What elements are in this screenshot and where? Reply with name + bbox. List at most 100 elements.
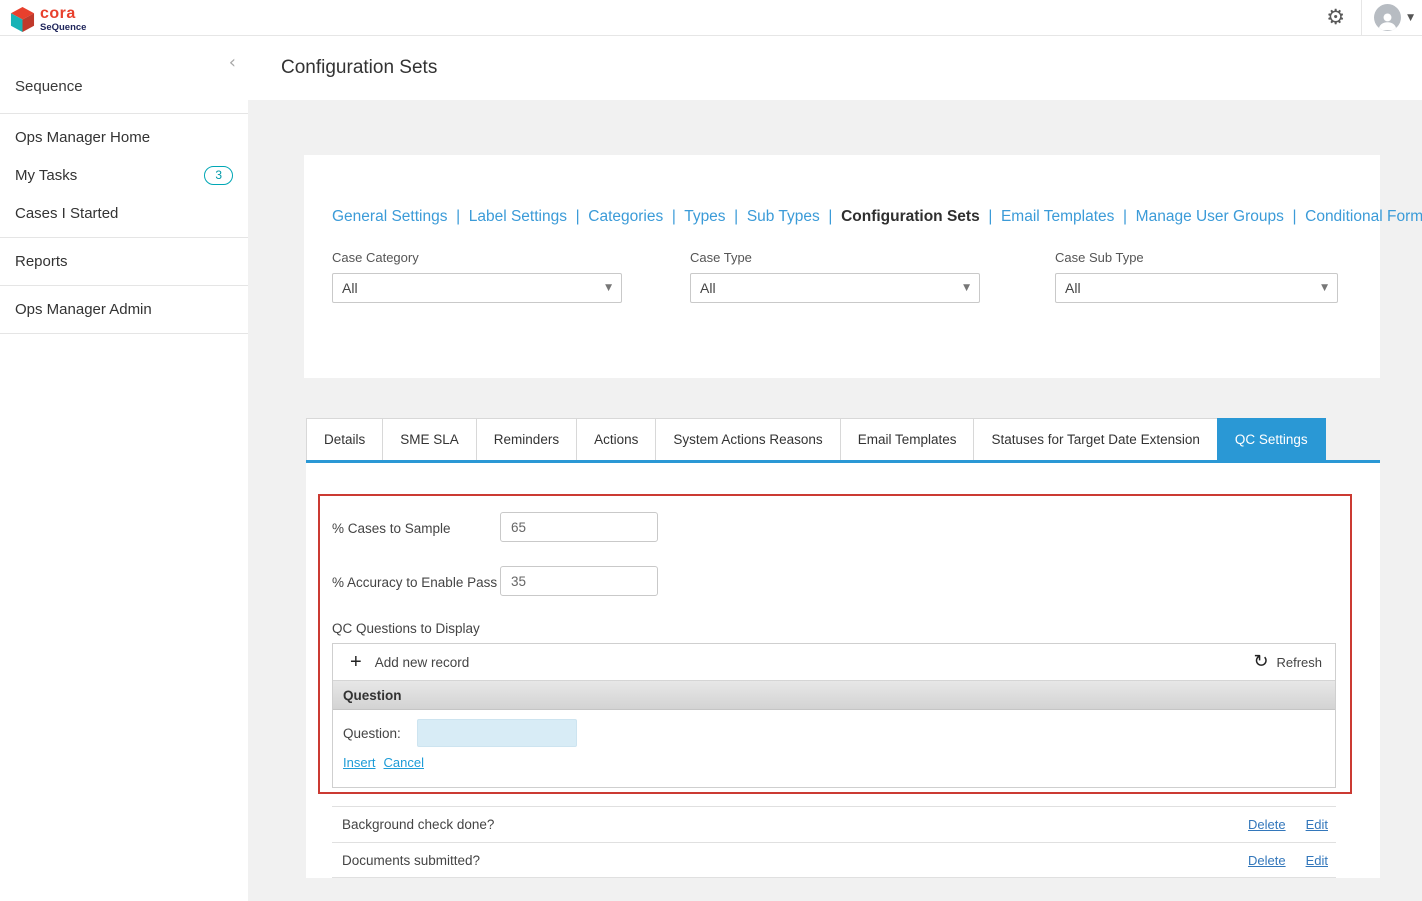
chevron-down-icon: ▼ (1321, 283, 1328, 293)
qc-question-rows: Background check done? Delete Edit Docum… (332, 806, 1336, 878)
filter-case-type: Case Type All ▼ (690, 250, 980, 303)
case-sub-type-select[interactable]: All ▼ (1055, 273, 1338, 303)
filter-label: Case Sub Type (1055, 250, 1144, 265)
page-title: Configuration Sets (281, 57, 438, 78)
sidebar-title: Sequence (0, 36, 248, 114)
refresh-icon: ↻ (1253, 651, 1269, 672)
question-column-header: Question (343, 687, 402, 703)
delete-link[interactable]: Delete (1248, 853, 1286, 868)
content-area: General SettingsLabel SettingsCategories… (248, 100, 1422, 901)
sidebar-group-admin: Ops Manager Admin (0, 286, 248, 334)
topbar: cora SeQuence ⚙ ▼ (0, 0, 1422, 36)
sidebar-item-ops-manager-admin[interactable]: Ops Manager Admin (0, 291, 248, 328)
question-text: Background check done? (342, 817, 495, 832)
brand-name: cora (40, 4, 76, 22)
highlight-red-box: % Cases to Sample % Accuracy to Enable P… (318, 494, 1352, 794)
sidebar-item-ops-manager-home[interactable]: Ops Manager Home (0, 119, 248, 156)
tab-system-actions-reasons[interactable]: System Actions Reasons (655, 418, 841, 460)
case-category-select[interactable]: All ▼ (332, 273, 622, 303)
nav-link-configuration-sets[interactable]: Configuration Sets (841, 208, 1001, 225)
grid-edit-actions: Insert Cancel (333, 753, 1335, 772)
nav-link-general-settings[interactable]: General Settings (332, 208, 469, 225)
tab-email-templates[interactable]: Email Templates (839, 418, 975, 460)
chevron-down-icon: ▼ (605, 283, 612, 293)
add-new-record-label: Add new record (374, 654, 470, 670)
settings-gear-icon[interactable]: ⚙ (1326, 7, 1345, 28)
main-area: Configuration Sets General SettingsLabel… (248, 36, 1422, 901)
refresh-button[interactable]: ↻ Refresh (1253, 653, 1322, 671)
grid-toolbar: + Add new record ↻ Refresh (333, 644, 1335, 681)
topbar-right: ⚙ ▼ (1326, 0, 1422, 36)
filter-label: Case Category (332, 250, 419, 265)
tab-actions[interactable]: Actions (576, 418, 657, 460)
sidebar-item-label: Reports (15, 253, 68, 270)
chevron-down-icon: ▼ (963, 283, 970, 293)
delete-link[interactable]: Delete (1248, 817, 1286, 832)
brand-logo[interactable]: cora SeQuence (0, 3, 86, 33)
brand-text: cora SeQuence (40, 4, 87, 33)
sidebar-item-reports[interactable]: Reports (0, 243, 248, 280)
edit-link[interactable]: Edit (1306, 853, 1328, 868)
user-avatar[interactable] (1374, 4, 1402, 31)
topbar-divider (1361, 0, 1363, 36)
accuracy-to-enable-pass-input[interactable] (500, 566, 658, 596)
case-type-select[interactable]: All ▼ (690, 273, 980, 303)
sidebar-item-cases-i-started[interactable]: Cases I Started (0, 195, 248, 232)
filter-case-sub-type: Case Sub Type All ▼ (1055, 250, 1338, 303)
brand-subname: SeQuence (40, 21, 87, 33)
qc-questions-grid: + Add new record ↻ Refresh Question Ques… (332, 643, 1336, 788)
selected-value: All (700, 280, 716, 296)
sidebar-item-label: Cases I Started (15, 205, 119, 222)
nav-link-sub-types[interactable]: Sub Types (747, 208, 841, 225)
tab-strip: Details SME SLA Reminders Actions System… (306, 418, 1380, 460)
nav-link-types[interactable]: Types (684, 208, 747, 225)
case-filters: Case Category All ▼ Case Type All ▼ Case… (332, 250, 1352, 320)
qc-settings-panel: % Cases to Sample % Accuracy to Enable P… (306, 463, 1380, 878)
sidebar-item-label: My Tasks (15, 167, 78, 184)
filter-case-category: Case Category All ▼ (332, 250, 622, 303)
person-icon (1378, 13, 1397, 31)
settings-card: General SettingsLabel SettingsCategories… (304, 155, 1422, 378)
sidebar: ‹ Sequence Ops Manager Home My Tasks 3 C… (0, 36, 248, 901)
nav-link-label-settings[interactable]: Label Settings (469, 208, 589, 225)
sidebar-collapse-icon[interactable]: ‹ (229, 54, 236, 72)
question-text: Documents submitted? (342, 852, 481, 868)
cancel-link[interactable]: Cancel (384, 755, 424, 770)
tab-qc-settings[interactable]: QC Settings (1216, 418, 1326, 460)
sidebar-group-main: Ops Manager Home My Tasks 3 Cases I Star… (0, 114, 248, 238)
sidebar-item-label: Ops Manager Home (15, 129, 151, 146)
nav-link-conditional-formatting[interactable]: Conditional Formatting (1305, 208, 1422, 225)
accuracy-to-enable-pass-label: % Accuracy to Enable Pass (332, 575, 498, 590)
selected-value: All (1065, 280, 1081, 296)
add-new-record-button[interactable]: + Add new record (350, 652, 469, 672)
filter-label: Case Type (690, 250, 752, 265)
sidebar-item-my-tasks[interactable]: My Tasks 3 (0, 156, 248, 195)
row-actions: Delete Edit (1248, 853, 1328, 868)
tab-details[interactable]: Details (306, 418, 384, 460)
question-input[interactable] (416, 719, 577, 747)
user-menu-caret-icon[interactable]: ▼ (1407, 13, 1414, 23)
edit-link[interactable]: Edit (1306, 817, 1328, 832)
insert-link[interactable]: Insert (343, 755, 376, 770)
cora-logo-icon (10, 6, 35, 32)
sidebar-group-reports: Reports (0, 238, 248, 286)
grid-edit-row: Question: (333, 710, 1335, 753)
nav-link-categories[interactable]: Categories (588, 208, 684, 225)
tab-statuses-for-target-date-extension[interactable]: Statuses for Target Date Extension (973, 418, 1218, 460)
my-tasks-count-badge: 3 (204, 166, 233, 185)
refresh-label: Refresh (1276, 654, 1322, 670)
table-row: Documents submitted? Delete Edit (332, 842, 1336, 878)
plus-icon: + (350, 651, 362, 673)
nav-link-email-templates[interactable]: Email Templates (1001, 208, 1136, 225)
settings-nav-links: General SettingsLabel SettingsCategories… (332, 205, 1422, 228)
cases-to-sample-label: % Cases to Sample (332, 521, 451, 536)
grid-column-header: Question (333, 681, 1335, 710)
nav-link-manage-user-groups[interactable]: Manage User Groups (1136, 208, 1305, 225)
cases-to-sample-input[interactable] (500, 512, 658, 542)
tabs-area: Details SME SLA Reminders Actions System… (306, 418, 1380, 463)
table-row: Background check done? Delete Edit (332, 806, 1336, 842)
selected-value: All (342, 280, 358, 296)
tab-reminders[interactable]: Reminders (475, 418, 578, 460)
question-field-label: Question: (343, 725, 401, 741)
tab-sme-sla[interactable]: SME SLA (382, 418, 477, 460)
